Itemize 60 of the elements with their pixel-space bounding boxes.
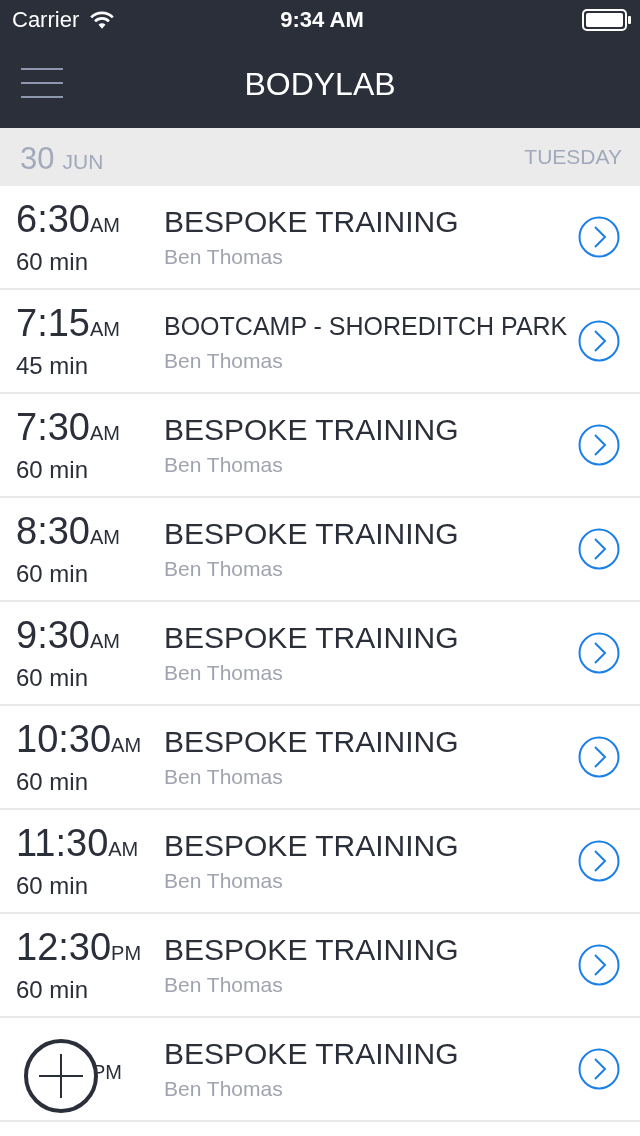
chevron-icon[interactable] <box>578 944 620 986</box>
trainer-name: Ben Thomas <box>164 868 284 894</box>
trainer-name: Ben Thomas <box>164 244 284 270</box>
chevron-icon[interactable] <box>578 424 620 466</box>
session-title: BOOTCAMP - SHOREDITCH PARK <box>164 311 569 342</box>
app-title: BODYLAB <box>244 65 396 103</box>
session-duration: 45 min <box>16 351 90 381</box>
chevron-icon[interactable] <box>578 1048 620 1090</box>
session-time: 8:30AM <box>16 509 121 554</box>
date-day: 30 <box>20 141 55 177</box>
session-duration: 60 min <box>16 663 90 693</box>
session-row[interactable]: 7:15AM 45 min BOOTCAMP - SHOREDITCH PARK Ben Thomas <box>0 290 640 394</box>
session-title: BESPOKE TRAINING <box>164 932 460 968</box>
session-row[interactable]: 7:30AM 60 min BESPOKE TRAINING Ben Thomas <box>0 394 640 498</box>
session-row[interactable]: 9:30AM 60 min BESPOKE TRAINING Ben Thomas <box>0 602 640 706</box>
session-duration: 60 min <box>16 559 90 589</box>
session-title: BESPOKE TRAINING <box>164 620 460 656</box>
chevron-icon[interactable] <box>578 320 620 362</box>
session-row[interactable]: 10:30AM 60 min BESPOKE TRAINING Ben Thomas <box>0 706 640 810</box>
chevron-icon[interactable] <box>578 632 620 674</box>
session-title: BESPOKE TRAINING <box>164 412 460 448</box>
chevron-icon[interactable] <box>578 736 620 778</box>
session-time: 12:30PM <box>16 925 143 970</box>
session-row[interactable]: 6:30AM 60 min BESPOKE TRAINING Ben Thomas <box>0 186 640 290</box>
chevron-icon[interactable] <box>578 840 620 882</box>
trainer-name: Ben Thomas <box>164 660 284 686</box>
session-time: 7:15AM <box>16 301 121 346</box>
session-title: BESPOKE TRAINING <box>164 1036 460 1072</box>
session-duration: 60 min <box>16 247 90 277</box>
session-row[interactable]: 8:30AM 60 min BESPOKE TRAINING Ben Thomas <box>0 498 640 602</box>
session-duration: 60 min <box>16 871 90 901</box>
trainer-name: Ben Thomas <box>164 1076 284 1102</box>
trainer-name: Ben Thomas <box>164 452 284 478</box>
session-title: BESPOKE TRAINING <box>164 204 460 240</box>
trainer-name: Ben Thomas <box>164 348 284 374</box>
session-row[interactable]: 12:30PM 60 min BESPOKE TRAINING Ben Thomas <box>0 914 640 1018</box>
battery-icon <box>582 9 632 31</box>
session-time: 6:30AM <box>16 197 121 242</box>
date-month: JUN <box>62 150 104 174</box>
menu-icon[interactable] <box>21 68 63 100</box>
carrier-label: Carrier <box>12 7 80 33</box>
session-duration: 60 min <box>16 767 90 797</box>
chevron-icon[interactable] <box>578 528 620 570</box>
session-duration: 60 min <box>16 455 90 485</box>
trainer-name: Ben Thomas <box>164 764 284 790</box>
trainer-name: Ben Thomas <box>164 556 284 582</box>
session-duration: 60 min <box>16 975 90 1005</box>
trainer-name: Ben Thomas <box>164 972 284 998</box>
weekday-label: TUESDAY <box>524 145 622 169</box>
session-time: 10:30AM <box>16 717 143 762</box>
session-time: 11:30AM <box>16 821 140 866</box>
chevron-icon[interactable] <box>578 216 620 258</box>
session-title: BESPOKE TRAINING <box>164 828 460 864</box>
status-time: 9:34 AM <box>280 7 364 33</box>
session-row[interactable]: 11:30AM 60 min BESPOKE TRAINING Ben Thomas <box>0 810 640 914</box>
session-title: BESPOKE TRAINING <box>164 724 460 760</box>
session-time: 9:30AM <box>16 613 121 658</box>
session-title: BESPOKE TRAINING <box>164 516 460 552</box>
wifi-icon <box>89 10 116 30</box>
session-time: 7:30AM <box>16 405 121 450</box>
